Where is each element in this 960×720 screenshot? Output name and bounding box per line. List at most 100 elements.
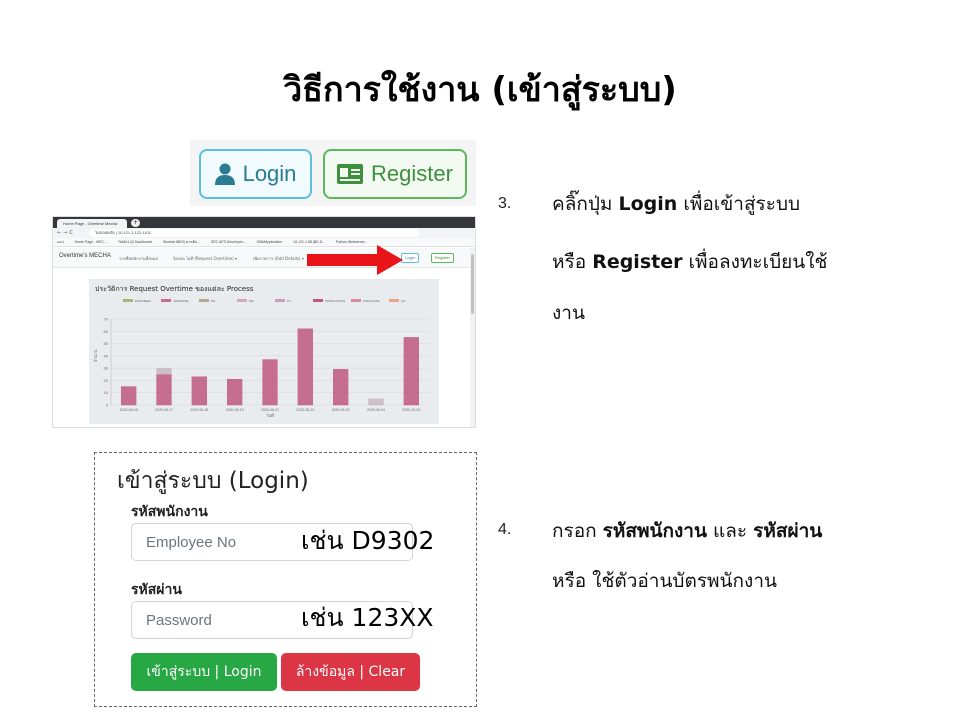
bar xyxy=(121,386,137,406)
site-brand[interactable]: Overtime's MECHA xyxy=(59,253,111,259)
id-card-icon xyxy=(337,164,364,184)
legend-swatch xyxy=(313,299,323,302)
bookmark-item[interactable]: 10.121.1.88 (BE-S... xyxy=(293,240,325,244)
step3-line3: งาน xyxy=(552,302,585,324)
user-icon xyxy=(214,163,235,185)
bookmark-item[interactable]: SEC APS Developm... xyxy=(211,240,246,244)
step3-suffix: เพื่อลงทะเบียนใช้ xyxy=(688,251,828,273)
legend-label: MC xyxy=(211,299,216,303)
y-tick-label: 70 xyxy=(104,317,109,322)
login-submit-button[interactable]: เข้าสู่ระบบ | Login xyxy=(131,653,277,691)
legend-label: QC xyxy=(401,299,406,303)
legend-label: JAPANESE xyxy=(173,299,188,303)
overtime-chart-card: ประวัติการ Request Overtime ของแต่ละ Pro… xyxy=(89,279,439,424)
zoom-login-label: Login xyxy=(242,161,297,186)
step4-and: และ xyxy=(713,520,748,542)
x-tick-label: 2020-10-03 xyxy=(402,408,420,412)
bookmarks-bar: แอป Home Page - MEC... YAMA LQI Dashboar… xyxy=(53,238,475,247)
legend-swatch xyxy=(161,299,171,302)
step3-register-word: Register xyxy=(592,251,683,273)
step3-prefix: คลิ๊กปุ่ม xyxy=(552,193,613,215)
legend-swatch xyxy=(351,299,361,302)
x-tick-label: 2020-06-17 xyxy=(155,408,173,412)
nav-request-overtime[interactable]: ร้องขอ โอที (Request Overtime) ▾ xyxy=(173,255,237,262)
nav-arrows-icon[interactable]: ←→C xyxy=(57,229,75,237)
step4-line2: หรือ ใช้ตัวอ่านบัตรพนักงาน xyxy=(552,570,777,592)
scroll-thumb[interactable] xyxy=(471,254,474,314)
step3-login-word: Login xyxy=(618,193,678,215)
bar xyxy=(297,328,313,406)
login-form-panel: เข้าสู่ระบบ (Login) รหัสพนักงาน เช่น D93… xyxy=(94,452,477,707)
employee-no-label: รหัสพนักงาน xyxy=(131,504,208,520)
step3-or: หรือ xyxy=(552,251,587,273)
step4-employee-word: รหัสพนักงาน xyxy=(602,520,707,542)
y-tick-label: 60 xyxy=(104,329,109,334)
step3-number: 3. xyxy=(498,195,512,212)
bookmark-item[interactable]: แอป xyxy=(57,240,64,244)
x-tick-label: 2020-06-24 xyxy=(367,408,385,412)
slide-title: วิธีการใช้งาน (เข้าสู่ระบบ) xyxy=(283,70,677,110)
bookmark-item[interactable]: Shoelat IBES) คาคติบ... xyxy=(163,240,200,244)
clear-button[interactable]: ล้างข้อมูล | Clear xyxy=(281,653,420,691)
y-tick-label: 50 xyxy=(104,341,109,346)
x-tick-label: 2020-06-18 xyxy=(190,408,208,412)
legend-swatch xyxy=(199,299,209,302)
bar xyxy=(156,374,172,406)
bar xyxy=(262,359,278,406)
legend-swatch xyxy=(275,299,285,302)
step3-middle: เพื่อเข้าสู่ระบบ xyxy=(683,193,801,215)
bar xyxy=(191,376,207,406)
step3-line2: หรือ Register เพื่อลงทะเบียนใช้ xyxy=(552,247,827,277)
legend-swatch xyxy=(237,299,247,302)
y-axis-label: จำนวน xyxy=(93,349,98,362)
page-scrollbar[interactable] xyxy=(470,248,475,427)
legend-label: PRODUCTION xyxy=(325,299,345,303)
x-tick-label: 2020-06-19 xyxy=(226,408,244,412)
step4-password-word: รหัสผ่าน xyxy=(753,520,823,542)
y-tick-label: 10 xyxy=(104,390,109,395)
navbar-register-button[interactable]: Register xyxy=(431,253,454,263)
y-tick-label: 20 xyxy=(104,378,109,383)
x-axis-label: วันที่ xyxy=(266,413,274,418)
address-bar[interactable]: ไม่ปลอดภัย | 10.121.1.122:1101 xyxy=(89,229,419,237)
nav-employees[interactable]: รายชื่อพนักงานทั้งหมด xyxy=(119,255,158,262)
legend-label: MH xyxy=(249,299,254,303)
bookmark-item[interactable]: YAMA LQI Dashboard xyxy=(118,240,152,244)
zoom-register-label: Register xyxy=(371,161,453,186)
zoom-register-button[interactable]: Register xyxy=(323,149,467,199)
bar xyxy=(333,369,349,406)
bookmark-item[interactable]: Python Webserver... xyxy=(336,240,367,244)
y-tick-label: 30 xyxy=(104,366,109,371)
x-tick-label: 2020-06-16 xyxy=(120,408,138,412)
step4-prefix: กรอก xyxy=(552,520,597,542)
site-navbar: Overtime's MECHA รายชื่อพนักงานทั้งหมด ร… xyxy=(53,248,475,268)
browser-screenshot: Home Page - Overtime Mecha + ←→C ไม่ปลอด… xyxy=(52,216,476,428)
password-label: รหัสผ่าน xyxy=(131,582,182,598)
red-arrow-icon xyxy=(307,245,403,275)
password-example: เช่น 123XX xyxy=(301,603,434,632)
address-bar-row: ←→C ไม่ปลอดภัย | 10.121.1.122:1101 xyxy=(53,228,475,238)
step3-line1: คลิ๊กปุ่ม Login เพื่อเข้าสู่ระบบ xyxy=(552,189,800,219)
x-tick-label: 2020-06-22 xyxy=(296,408,314,412)
legend-label: ENGINEER xyxy=(135,299,152,303)
browser-tab[interactable]: Home Page - Overtime Mecha xyxy=(57,219,127,228)
buttons-zoom-panel: Login Register xyxy=(190,140,476,206)
legend-label: PC xyxy=(287,299,292,303)
bookmark-item[interactable]: SWMApplication xyxy=(257,240,283,244)
x-tick-label: 2020-06-23 xyxy=(332,408,350,412)
new-tab-icon[interactable]: + xyxy=(131,219,140,227)
zoom-login-button[interactable]: Login xyxy=(199,149,312,199)
nav-add-details[interactable]: เพิ่มรายการ (Add Details) ▾ xyxy=(253,255,304,262)
bookmark-item[interactable]: Home Page - MEC... xyxy=(75,240,107,244)
legend-swatch xyxy=(389,299,399,302)
bar xyxy=(227,378,243,406)
bar xyxy=(156,367,172,375)
legend-swatch xyxy=(123,299,133,302)
y-tick-label: 40 xyxy=(104,353,109,358)
legend-label: PURCHASE xyxy=(363,299,380,303)
navbar-login-button[interactable]: Login xyxy=(401,253,419,263)
browser-tab-bar: Home Page - Overtime Mecha + xyxy=(53,217,475,228)
overtime-bar-chart: ENGINEER JAPANESE MC MH PC PRODUCTION PURCHASE… xyxy=(93,299,429,418)
employee-no-example: เช่น D9302 xyxy=(301,526,435,555)
x-tick-label: 2020-06-21 xyxy=(261,408,279,412)
